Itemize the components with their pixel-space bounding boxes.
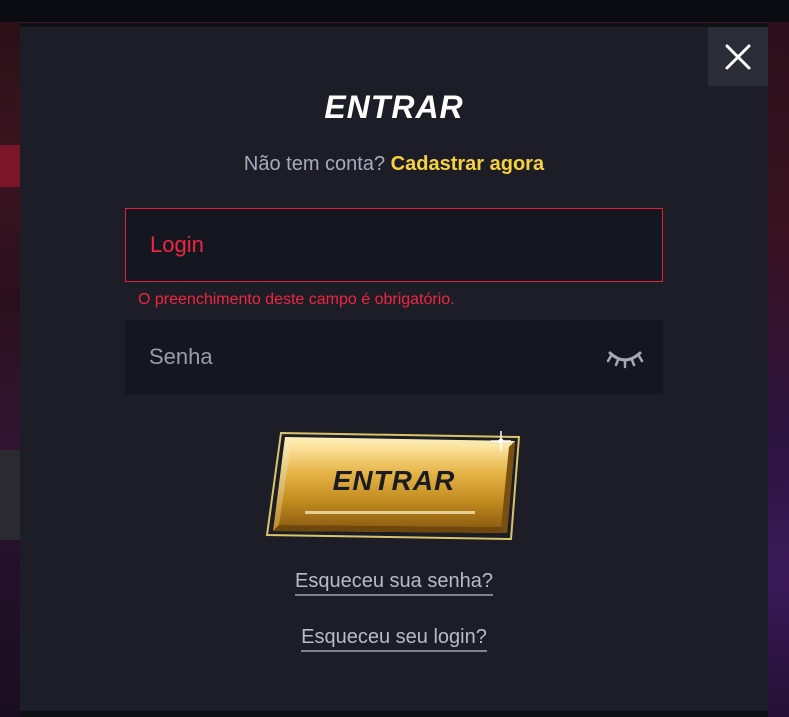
- login-modal: ENTRAR Não tem conta? Cadastrar agora O …: [20, 27, 768, 711]
- login-error-message: O preenchimento deste campo é obrigatóri…: [138, 291, 455, 308]
- background-left-accent: [0, 145, 20, 187]
- submit-button-label: ENTRAR: [332, 465, 456, 496]
- signup-prompt: Não tem conta? Cadastrar agora: [20, 153, 768, 176]
- eye-closed-icon: [606, 351, 644, 369]
- close-button[interactable]: [708, 27, 768, 86]
- toggle-password-visibility[interactable]: [605, 342, 645, 372]
- login-input[interactable]: [126, 209, 662, 281]
- forgot-login-link[interactable]: Esqueceu seu login?: [301, 626, 487, 652]
- signup-prompt-text: Não tem conta?: [243, 153, 386, 175]
- password-field: [125, 320, 663, 394]
- background-header: [0, 0, 789, 23]
- forgot-login-row: Esqueceu seu login?: [20, 626, 768, 652]
- login-field: [125, 208, 663, 282]
- background-right-banner: [768, 22, 789, 717]
- modal-title: ENTRAR: [324, 89, 464, 125]
- signup-link[interactable]: Cadastrar agora: [391, 153, 544, 175]
- background-left-card: [0, 450, 20, 540]
- password-input[interactable]: [125, 320, 663, 394]
- forgot-password-link[interactable]: Esqueceu sua senha?: [295, 570, 493, 596]
- close-icon: [725, 44, 751, 69]
- forgot-password-row: Esqueceu sua senha?: [20, 570, 768, 596]
- background-left-banner: [0, 22, 20, 717]
- submit-button[interactable]: ENTRAR: [265, 427, 523, 543]
